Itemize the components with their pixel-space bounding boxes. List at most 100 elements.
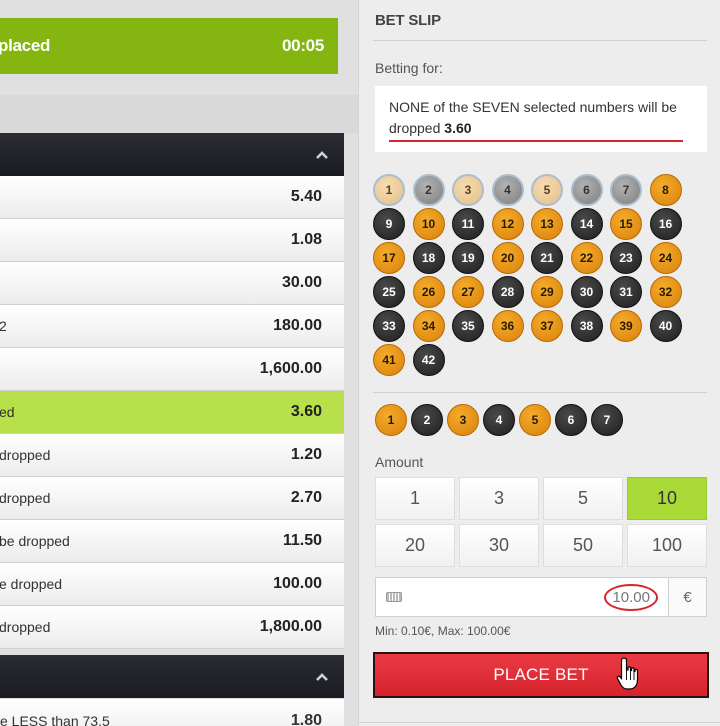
- description-underline: [389, 140, 683, 142]
- amount-button-1[interactable]: 1: [375, 477, 455, 520]
- number-ball-30[interactable]: 30: [570, 276, 603, 308]
- amount-grid: 1 3 5 10 20 30 50 100: [375, 477, 707, 567]
- odds-row-value: 1.08: [290, 231, 322, 248]
- number-ball-27[interactable]: 27: [452, 276, 484, 308]
- odds-row[interactable]: 30.00: [0, 262, 344, 305]
- odds-row[interactable]: 1.08: [0, 219, 344, 262]
- number-ball-6[interactable]: 6: [570, 174, 603, 206]
- chevron-up-icon[interactable]: [314, 147, 330, 163]
- number-ball-39[interactable]: 39: [610, 310, 642, 342]
- odds-row[interactable]: dropped 1.20: [0, 434, 344, 477]
- divider: [373, 40, 707, 41]
- divider: [359, 722, 720, 723]
- odds-row[interactable]: 5.40: [0, 176, 344, 219]
- number-ball-7[interactable]: 7: [610, 174, 642, 206]
- number-ball-37[interactable]: 37: [531, 310, 563, 342]
- selected-number-6[interactable]: 6: [555, 404, 587, 436]
- stake-input[interactable]: 10.00: [604, 583, 658, 611]
- number-ball-41[interactable]: 41: [373, 344, 405, 376]
- number-ball-22[interactable]: 22: [570, 242, 603, 274]
- number-ball-4[interactable]: 4: [491, 174, 524, 206]
- number-ball-35[interactable]: 35: [452, 310, 484, 342]
- odds-row-label: be dropped: [0, 533, 70, 549]
- amount-button-10[interactable]: 10: [627, 477, 707, 520]
- banner-text: placed: [0, 36, 51, 55]
- number-ball-33[interactable]: 33: [373, 310, 405, 342]
- odds-row-value: 2.70: [290, 489, 322, 506]
- number-ball-5[interactable]: 5: [531, 174, 563, 206]
- amount-button-50[interactable]: 50: [543, 524, 623, 567]
- odds-row[interactable]: dropped 2.70: [0, 477, 344, 520]
- odds-row-value: 180.00: [273, 317, 322, 334]
- amount-button-20[interactable]: 20: [375, 524, 455, 567]
- number-ball-32[interactable]: 32: [649, 276, 682, 308]
- currency-label: €: [668, 578, 706, 616]
- number-ball-15[interactable]: 15: [610, 208, 642, 240]
- selected-number-5[interactable]: 5: [519, 404, 551, 436]
- number-ball-25[interactable]: 25: [373, 276, 405, 308]
- market-header[interactable]: [0, 133, 344, 176]
- number-ball-21[interactable]: 21: [531, 242, 563, 274]
- odds-row-value: 5.40: [290, 188, 322, 205]
- amount-button-100[interactable]: 100: [627, 524, 707, 567]
- odds-row[interactable]: 1,600.00: [0, 348, 344, 391]
- odds-row-value: 30.00: [281, 274, 322, 291]
- number-ball-1[interactable]: 1: [373, 174, 405, 206]
- number-ball-9[interactable]: 9: [373, 208, 405, 240]
- bet-slip: BET SLIP Betting for: NONE of the SEVEN …: [358, 0, 720, 726]
- market-header-2[interactable]: [0, 655, 344, 698]
- number-ball-42[interactable]: 42: [412, 344, 445, 376]
- number-ball-36[interactable]: 36: [491, 310, 524, 342]
- number-ball-12[interactable]: 12: [491, 208, 524, 240]
- number-ball-23[interactable]: 23: [610, 242, 642, 274]
- odds-row-value: 1.20: [290, 446, 322, 463]
- bet-placed-banner: placed 00:05: [0, 18, 338, 74]
- number-ball-26[interactable]: 26: [412, 276, 445, 308]
- selected-number-4[interactable]: 4: [483, 404, 515, 436]
- number-ball-40[interactable]: 40: [649, 310, 682, 342]
- amount-button-3[interactable]: 3: [459, 477, 539, 520]
- number-ball-31[interactable]: 31: [610, 276, 642, 308]
- odds-row[interactable]: ed 3.60: [0, 391, 344, 434]
- banner-timer: 00:05: [282, 36, 324, 55]
- odds-panel: placed 00:05 5.40 1.08 30.00 2 180.00 1,600.0…: [0, 0, 358, 726]
- number-ball-14[interactable]: 14: [570, 208, 603, 240]
- number-ball-19[interactable]: 19: [452, 242, 484, 274]
- chevron-up-icon[interactable]: [314, 669, 330, 685]
- odds-row[interactable]: be dropped 11.50: [0, 520, 344, 563]
- selected-number-7[interactable]: 7: [591, 404, 623, 436]
- number-ball-18[interactable]: 18: [412, 242, 445, 274]
- place-bet-button[interactable]: PLACE BET: [373, 652, 709, 698]
- number-ball-11[interactable]: 11: [452, 208, 484, 240]
- odds-row[interactable]: e LESS than 73.5 1.80: [0, 699, 344, 726]
- number-ball-10[interactable]: 10: [412, 208, 445, 240]
- amount-button-5[interactable]: 5: [543, 477, 623, 520]
- odds-row-value: 1.80: [290, 711, 322, 726]
- number-ball-13[interactable]: 13: [531, 208, 563, 240]
- amount-label: Amount: [375, 454, 424, 470]
- number-ball-3[interactable]: 3: [452, 174, 484, 206]
- selected-number-3[interactable]: 3: [447, 404, 479, 436]
- number-ball-29[interactable]: 29: [531, 276, 563, 308]
- spacer-band: [0, 95, 358, 133]
- bet-description: NONE of the SEVEN selected numbers will …: [375, 86, 707, 152]
- keyboard-icon[interactable]: [386, 592, 402, 602]
- odds-row-label: dropped: [0, 619, 51, 635]
- number-ball-38[interactable]: 38: [570, 310, 603, 342]
- stake-input-row: 10.00 €: [375, 577, 707, 617]
- number-ball-28[interactable]: 28: [491, 276, 524, 308]
- amount-button-30[interactable]: 30: [459, 524, 539, 567]
- number-ball-34[interactable]: 34: [412, 310, 445, 342]
- number-ball-8[interactable]: 8: [649, 174, 682, 206]
- odds-row[interactable]: dropped 1,800.00: [0, 606, 344, 649]
- odds-row[interactable]: 2 180.00: [0, 305, 344, 348]
- number-ball-2[interactable]: 2: [412, 174, 445, 206]
- number-ball-24[interactable]: 24: [649, 242, 682, 274]
- selected-number-2[interactable]: 2: [411, 404, 443, 436]
- odds-row-label: dropped: [0, 447, 51, 463]
- odds-row[interactable]: e dropped 100.00: [0, 563, 344, 606]
- number-ball-17[interactable]: 17: [373, 242, 405, 274]
- selected-number-1[interactable]: 1: [375, 404, 407, 436]
- number-ball-20[interactable]: 20: [491, 242, 524, 274]
- number-ball-16[interactable]: 16: [649, 208, 682, 240]
